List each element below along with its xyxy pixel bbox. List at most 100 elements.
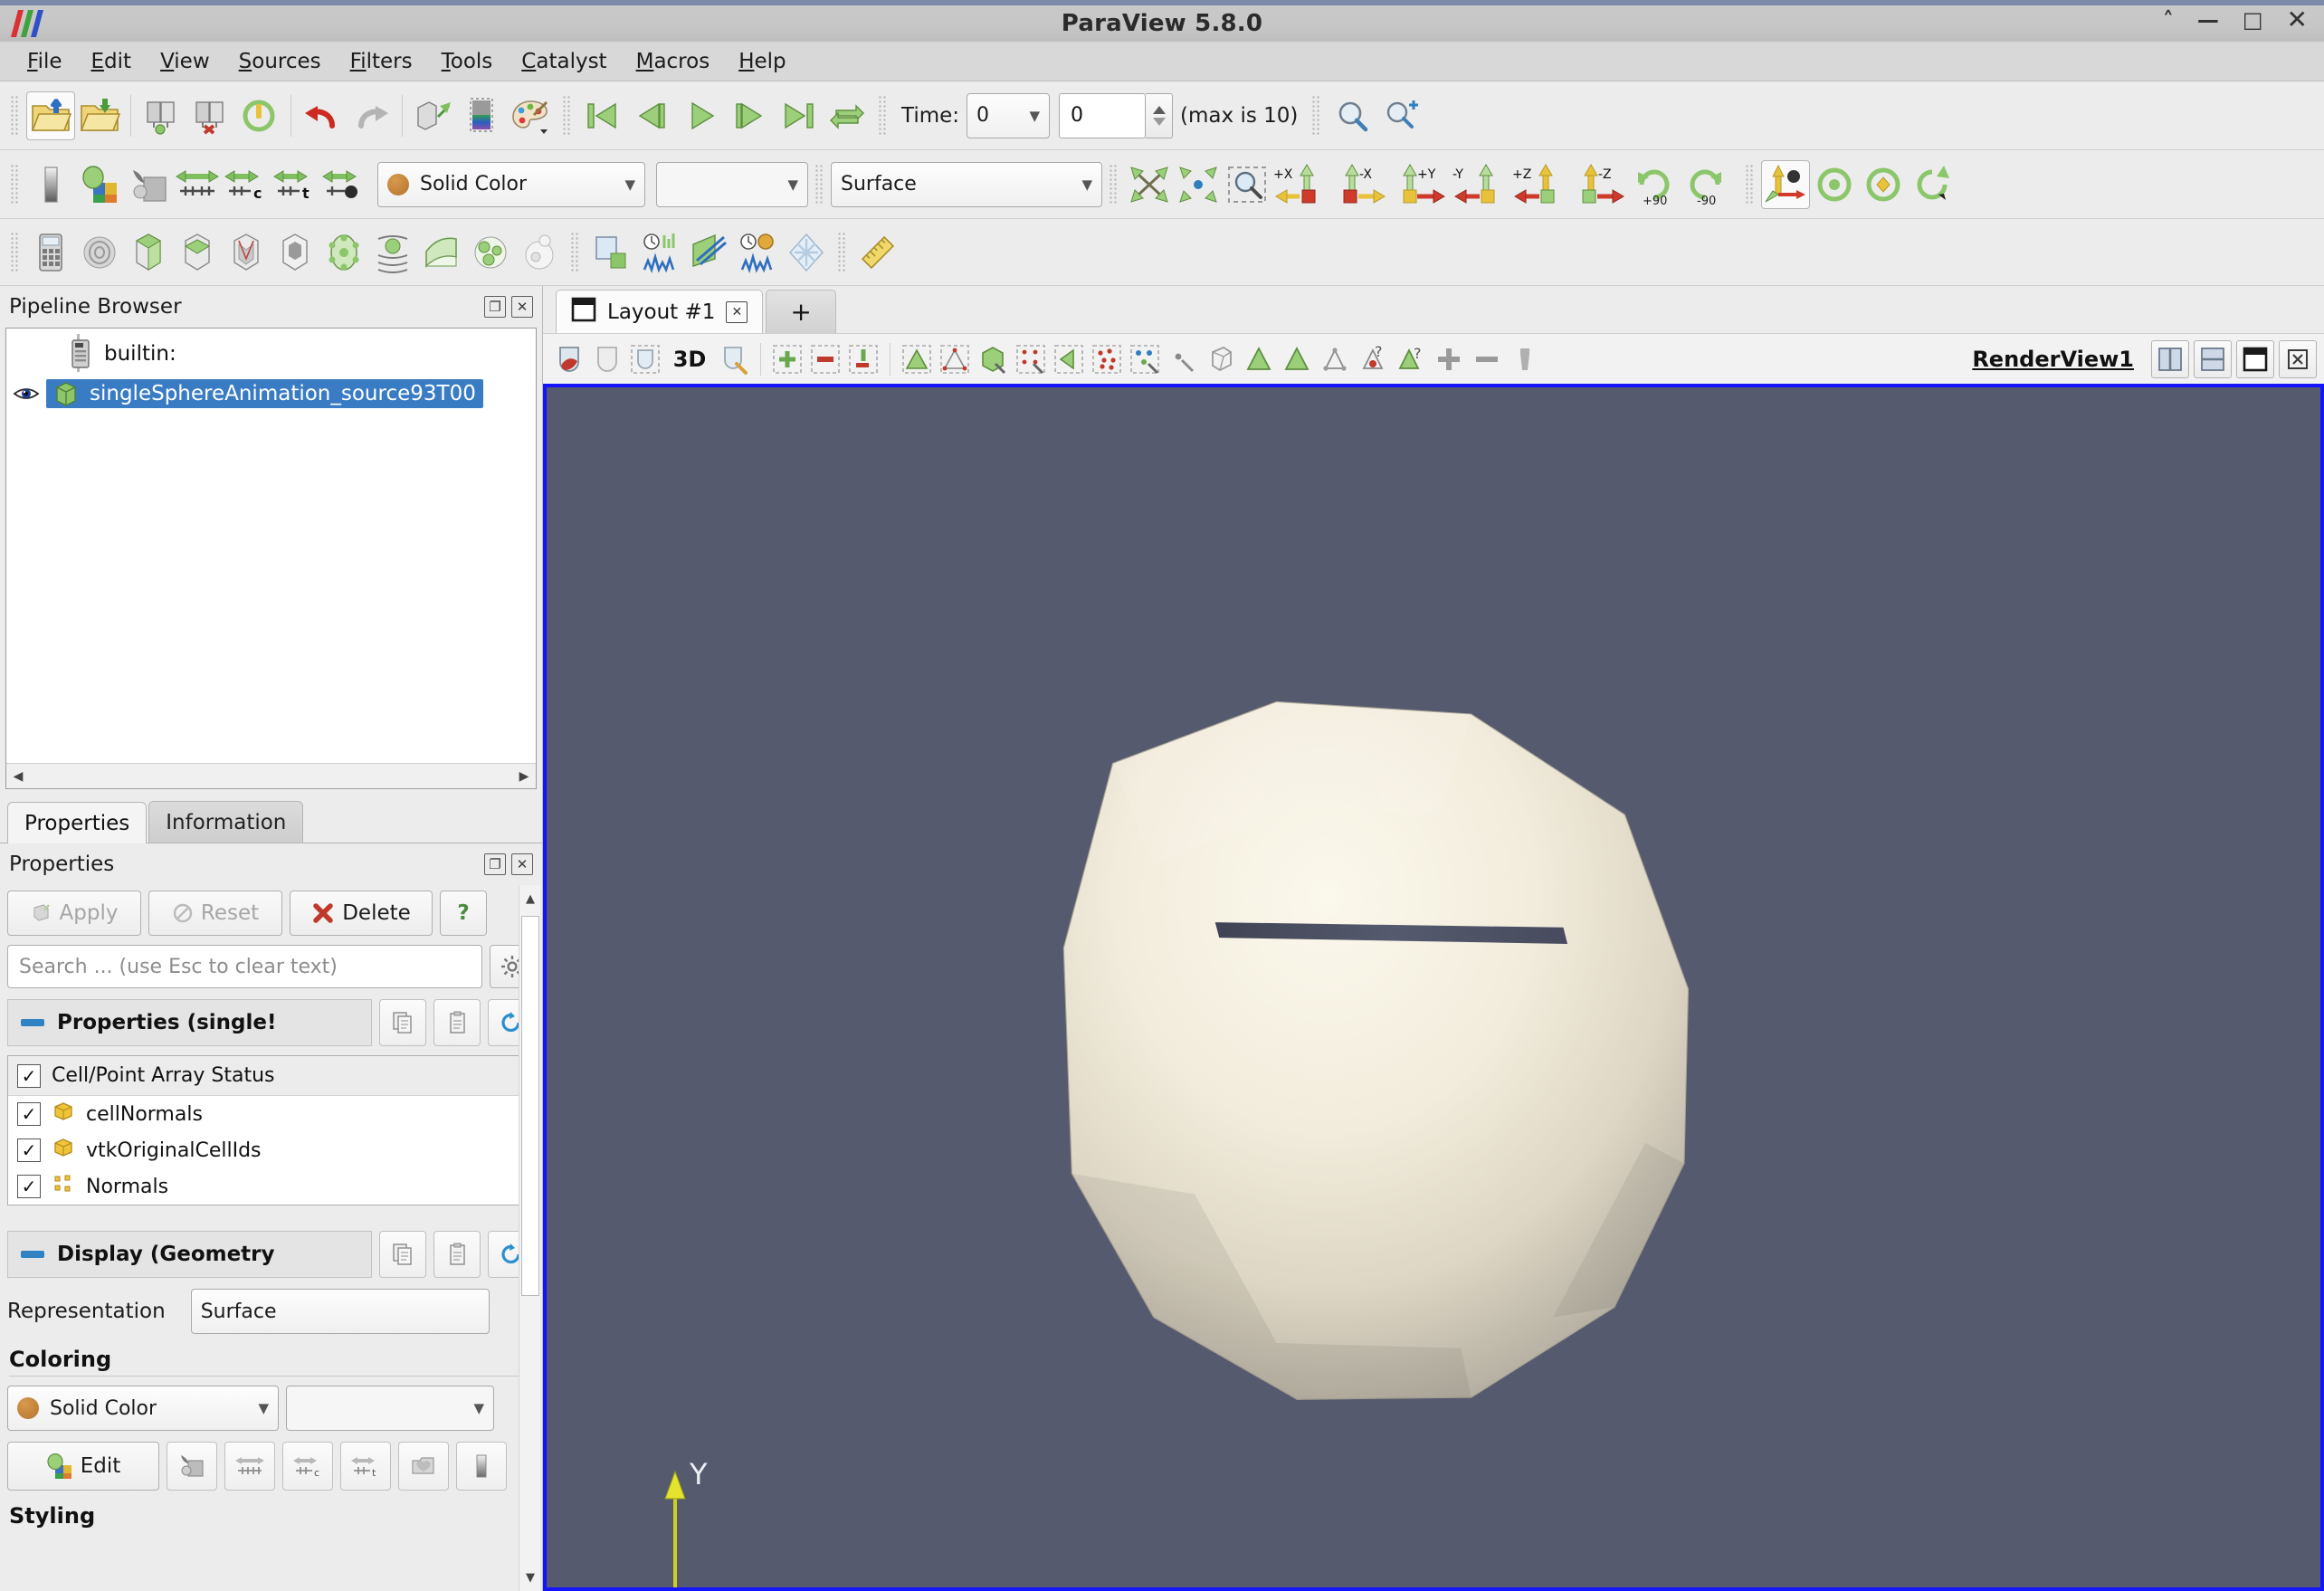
array-row-checkbox[interactable]: ✓ (17, 1102, 41, 1126)
layout-tab-1[interactable]: Layout #1 ✕ (556, 290, 764, 333)
scroll-right-icon[interactable]: ▶ (512, 765, 536, 788)
play-icon[interactable] (676, 91, 725, 140)
plot-selection-over-time-icon[interactable] (733, 228, 782, 277)
undock-icon[interactable]: ❐ (484, 296, 506, 318)
extract-selection-icon[interactable] (1316, 339, 1354, 379)
delete-button[interactable]: Delete (290, 891, 433, 936)
plus-y-icon[interactable]: +Y (1391, 160, 1451, 209)
clip-icon[interactable] (124, 228, 173, 277)
section-display-header[interactable]: Display (Geometry (7, 1231, 372, 1278)
open-file-icon[interactable] (26, 91, 75, 140)
shrink-selection-icon[interactable] (1240, 339, 1278, 379)
toolbar-grip[interactable] (10, 231, 20, 273)
paste-icon[interactable] (433, 1231, 481, 1278)
rescale-range-data-icon[interactable] (224, 1442, 275, 1491)
redo-camera-icon[interactable] (458, 91, 507, 140)
frame-spinner-value[interactable]: 0 (1059, 92, 1147, 138)
pipeline-item-selection[interactable]: singleSphereAnimation_source93T00 (46, 379, 483, 408)
reset-center-icon[interactable] (1810, 160, 1859, 209)
toolbar-grip[interactable] (1311, 94, 1322, 137)
help-button[interactable]: ? (440, 891, 487, 936)
previous-frame-icon[interactable] (627, 91, 676, 140)
toolbar-grip[interactable] (10, 163, 20, 205)
glyph-icon[interactable] (319, 228, 368, 277)
toolbar-grip[interactable] (10, 94, 20, 137)
render-view[interactable]: Y (543, 384, 2324, 1591)
array-row-normals[interactable]: ✓ Normals (8, 1168, 534, 1205)
shade-window-button[interactable]: ˄ (2163, 9, 2174, 31)
subtract-selection-icon[interactable] (1468, 339, 1506, 379)
reset-session-icon[interactable] (235, 91, 284, 140)
rotate-90-ccw-icon[interactable]: -90 (1684, 160, 1738, 209)
edit-color-legend-icon[interactable] (167, 1442, 217, 1491)
find-data-icon[interactable] (1328, 91, 1376, 140)
colorbar-icon[interactable] (26, 160, 75, 209)
pipeline-item-builtin[interactable]: builtin: (6, 334, 536, 374)
array-row-cellnormals[interactable]: ✓ cellNormals (8, 1096, 534, 1132)
spreadsheet-icon[interactable] (782, 228, 831, 277)
paste-icon[interactable] (433, 999, 481, 1046)
freeze-selection-icon[interactable]: ? (1392, 339, 1430, 379)
color-legend-icon[interactable] (456, 1442, 507, 1491)
frustum-cells-icon[interactable] (898, 339, 936, 379)
plot-selection-icon[interactable] (635, 228, 684, 277)
time-combo[interactable]: 0 ▼ (967, 92, 1051, 138)
select-points-on-icon[interactable] (626, 339, 664, 379)
menu-catalyst[interactable]: Catalyst (507, 46, 621, 77)
rescale-range-temporal-icon[interactable]: t (340, 1442, 391, 1491)
rescale-range-data-icon[interactable] (173, 160, 222, 209)
plus-z-icon[interactable]: +Z (1510, 160, 1570, 209)
reset-camera-icon[interactable] (1125, 160, 1174, 209)
rescale-range-custom-icon[interactable]: c (222, 160, 271, 209)
split-horizontal-icon[interactable] (2151, 339, 2189, 378)
menu-help[interactable]: Help (724, 46, 800, 77)
stream-tracer-icon[interactable] (368, 228, 417, 277)
close-window-button[interactable]: ✕ (2287, 7, 2308, 33)
group-datasets-icon[interactable] (466, 228, 515, 277)
rescale-range-custom-icon[interactable]: c (282, 1442, 333, 1491)
grow-selection-icon[interactable] (1202, 339, 1240, 379)
calculator-icon[interactable] (26, 228, 75, 277)
edit-color-map-icon[interactable] (75, 160, 124, 209)
toolbar-grip[interactable] (878, 94, 888, 137)
disconnect-server-icon[interactable] (186, 91, 235, 140)
minus-z-icon[interactable]: -Z (1570, 160, 1630, 209)
add-selection-icon[interactable] (1430, 339, 1468, 379)
coloring-combo[interactable]: Solid Color ▼ (7, 1386, 279, 1431)
undock-icon[interactable]: ❐ (484, 853, 506, 875)
apply-button[interactable]: Apply (7, 891, 141, 936)
scroll-up-icon[interactable]: ▲ (521, 887, 539, 910)
close-icon[interactable]: ✕ (726, 300, 748, 323)
interactive-select-points-icon[interactable] (1088, 339, 1126, 379)
frame-spinner-arrows[interactable] (1146, 92, 1174, 138)
scroll-thumb[interactable] (521, 916, 539, 1296)
save-data-icon[interactable] (75, 91, 124, 140)
threshold-icon[interactable] (222, 228, 271, 277)
toolbar-grip[interactable] (1109, 163, 1119, 205)
section-properties-header[interactable]: Properties (single! (7, 999, 372, 1046)
select-points-polygon-icon[interactable] (1012, 339, 1050, 379)
toolbar-grip[interactable] (837, 231, 847, 273)
undo-camera-icon[interactable] (409, 91, 458, 140)
coloring-component-combo[interactable]: ▼ (286, 1386, 494, 1431)
pipeline-hscrollbar[interactable]: ◀ ▶ (6, 763, 536, 788)
array-row-checkbox[interactable]: ✓ (17, 1138, 41, 1162)
rescale-range-temporal-icon[interactable]: t (271, 160, 319, 209)
copy-icon[interactable] (379, 1231, 426, 1278)
render-view-name[interactable]: RenderView1 (1972, 347, 2134, 372)
representation-select[interactable]: Surface (190, 1289, 490, 1334)
search-input[interactable]: Search ... (use Esc to clear text) (7, 945, 482, 988)
view-3d-label[interactable]: 3D (664, 339, 715, 379)
toolbar-grip[interactable] (570, 231, 580, 273)
select-block-icon[interactable] (844, 339, 882, 379)
close-icon[interactable]: ✕ (511, 853, 533, 875)
menu-tools[interactable]: Tools (427, 46, 508, 77)
select-cells-on-icon[interactable] (588, 339, 626, 379)
interact-icon[interactable] (550, 339, 588, 379)
reset-button[interactable]: Reset (148, 891, 282, 936)
menu-view[interactable]: View (146, 46, 224, 77)
pipeline-item-source[interactable]: singleSphereAnimation_source93T00 (6, 374, 536, 414)
menu-edit[interactable]: Edit (77, 46, 147, 77)
edit-color-button[interactable]: Edit (7, 1442, 159, 1491)
slice-icon[interactable] (173, 228, 222, 277)
